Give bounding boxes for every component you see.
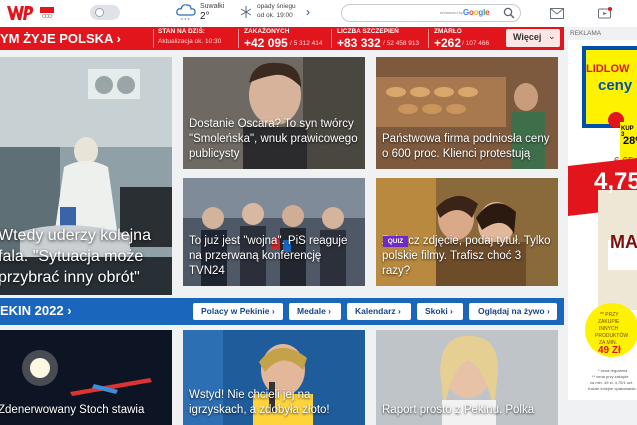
google-wordmark: Google xyxy=(463,8,490,17)
ad-circle-line: ** PRZY xyxy=(600,312,619,318)
pill-label: Kalendarz › xyxy=(355,306,401,316)
stat-label-vaccinations: LICZBA SZCZEPIEŃ xyxy=(337,28,399,35)
snow-cloud-icon: * * * xyxy=(176,4,196,23)
ad-circle-price: 49 Zł xyxy=(598,345,621,356)
ad-fine-print: za min. 49 zł. 4,75/1 szt. xyxy=(590,380,634,385)
article-caption: Zdenerwowany Stoch stawia xyxy=(0,404,145,416)
ad-circle-line: PRODUKTÓW xyxy=(595,333,629,339)
stat-total-deaths: / 107 466 xyxy=(462,40,490,47)
forecast-line-2: od ok. 19:00 xyxy=(257,12,293,19)
chevron-down-icon: ⌄ xyxy=(548,31,556,41)
weather-temperature: 2° xyxy=(200,11,210,22)
stat-value-vaccinations: +83 332 xyxy=(337,36,381,50)
divider xyxy=(238,29,239,48)
divider xyxy=(428,29,429,48)
lead-caption[interactable]: Wtedy uderzy kolejna fala. "Sytuacja moż… xyxy=(0,225,170,288)
ad-fine-print: Każde kolejne opakowanie xyxy=(588,386,636,391)
stats-title: STAN NA DZIŚ: xyxy=(158,28,205,35)
pill-label: Skoki › xyxy=(425,306,453,316)
article-tile[interactable]: Wstyd! Nie chcieli jej na igrzyskach, a … xyxy=(183,330,365,425)
wp-logo-icon[interactable] xyxy=(6,4,34,22)
weather-next-chevron-icon[interactable]: › xyxy=(306,5,310,19)
stat-value-deaths: +262 xyxy=(434,36,462,50)
ad-fine-print: * cena regularna xyxy=(598,368,628,373)
divider xyxy=(153,29,154,48)
ad-label: REKLAMA xyxy=(570,30,602,37)
article-caption: To już jest "wojna". PiS reaguje na prze… xyxy=(189,235,348,277)
svg-text:* * *: * * * xyxy=(181,18,190,23)
ad-brand-line2: ceny xyxy=(598,77,633,94)
stat-total-infected: / 5 312 414 xyxy=(290,40,323,47)
ad-fine-print: ** cena przy zakupie xyxy=(592,374,629,379)
article-caption: Raport prosto z Pekinu. Polka xyxy=(382,404,535,416)
article-tile[interactable]: Zdenerwowany Stoch stawia xyxy=(0,330,172,425)
stat-label-infected: ZAKAŻONYCH xyxy=(244,28,290,35)
ad-circle-line: ZAKUPIE xyxy=(598,319,620,325)
tv-icon[interactable] xyxy=(598,7,612,20)
search-input[interactable] xyxy=(341,4,521,22)
search-icon[interactable] xyxy=(503,7,515,19)
ad-new-price: 4,75 xyxy=(594,168,637,195)
section-title-link[interactable]: YM ŻYJE POLSKA › xyxy=(0,31,121,46)
article-tile[interactable]: Raport prosto z Pekinu. Polka xyxy=(376,330,558,425)
weather-city[interactable]: Suwałki xyxy=(200,3,224,10)
article-tile[interactable]: Dostanie Oscara? To syn twórcy "Smoleńsk… xyxy=(183,57,365,169)
olympics-title-link[interactable]: EKIN 2022 › xyxy=(0,303,72,318)
ad-old-price: 6,65 xyxy=(614,156,634,167)
article-caption: Wstyd! Nie chcieli jej na igrzyskach, a … xyxy=(189,389,330,416)
article-tile[interactable]: To już jest "wojna". PiS reaguje na prze… xyxy=(183,178,365,286)
stats-updated: Aktualizacja ok. 10:30 xyxy=(158,38,222,45)
pill-label: Polacy w Pekinie › xyxy=(201,306,275,316)
stat-value-infected: +42 095 xyxy=(244,36,288,50)
theme-toggle-knob xyxy=(95,8,104,17)
pill-label: Oglądaj na żywo › xyxy=(478,306,550,316)
stat-label-deaths: ZMARŁO xyxy=(434,28,462,35)
ad-brand-line1: LIDLOW xyxy=(586,63,630,75)
article-tile[interactable]: Państwowa firma podniosła ceny o 600 pro… xyxy=(376,57,558,169)
lidl-ad-banner[interactable]: LIDLOW ceny KUP 3 28% 6,65 4,75 MA ** PR… xyxy=(568,40,637,400)
article-caption: Dostanie Oscara? To syn twórcy "Smoleńsk… xyxy=(189,118,358,160)
divider xyxy=(331,29,332,48)
article-tile[interactable]: Zobacz zdjęcie, podaj tytuł. Tylko polsk… xyxy=(376,178,558,286)
stat-total-vaccinations: / 52 458 913 xyxy=(383,40,420,47)
forecast-line-1: opady śniegu xyxy=(257,3,296,10)
more-button-label: Więcej xyxy=(513,32,542,42)
quiz-badge: QUIZ xyxy=(383,236,408,247)
article-caption: Państwowa firma podniosła ceny o 600 pro… xyxy=(382,133,550,160)
ad-circle-line: INNYCH xyxy=(599,326,619,332)
search-powered-by: enhanced by xyxy=(440,10,463,15)
ad-product-name: MA xyxy=(610,232,637,252)
olympic-flag-icon xyxy=(40,7,54,20)
pill-label: Medale › xyxy=(297,306,332,316)
snowflake-icon xyxy=(240,6,252,18)
mail-icon[interactable] xyxy=(550,8,564,19)
ad-promo-line2: 28% xyxy=(623,135,637,147)
